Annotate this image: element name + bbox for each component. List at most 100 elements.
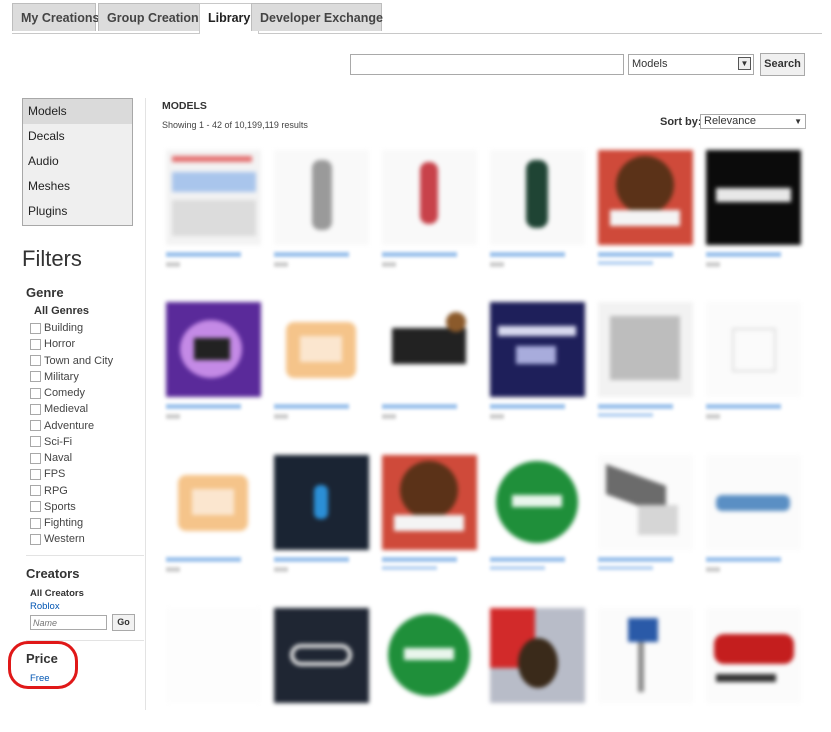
model-title[interactable] xyxy=(274,404,349,409)
genre-naval[interactable]: Naval xyxy=(30,450,113,466)
model-card[interactable] xyxy=(706,302,801,419)
model-thumbnail[interactable] xyxy=(382,150,477,245)
model-title[interactable] xyxy=(598,252,673,257)
checkbox[interactable] xyxy=(30,371,41,383)
search-input[interactable] xyxy=(350,54,624,75)
model-thumbnail[interactable] xyxy=(490,302,585,397)
model-card[interactable] xyxy=(166,302,261,419)
model-thumbnail[interactable] xyxy=(166,608,261,703)
chevron-down-icon[interactable]: ▼ xyxy=(738,57,751,70)
checkbox[interactable] xyxy=(30,403,41,415)
model-card[interactable] xyxy=(382,150,477,267)
model-thumbnail[interactable] xyxy=(598,608,693,703)
genre-military[interactable]: Military xyxy=(30,369,113,385)
model-title[interactable] xyxy=(166,404,241,409)
model-thumbnail[interactable] xyxy=(382,455,477,550)
genre-town-and-city[interactable]: Town and City xyxy=(30,353,113,369)
checkbox[interactable] xyxy=(30,338,41,350)
checkbox[interactable] xyxy=(30,387,41,399)
model-thumbnail[interactable] xyxy=(274,455,369,550)
chevron-down-icon[interactable]: ▼ xyxy=(794,115,802,128)
model-title[interactable] xyxy=(598,557,673,562)
tab-group-creations[interactable]: Group Creations xyxy=(98,3,208,31)
model-thumbnail[interactable] xyxy=(274,150,369,245)
checkbox[interactable] xyxy=(30,322,41,334)
model-title[interactable] xyxy=(706,557,781,562)
model-thumbnail[interactable] xyxy=(166,455,261,550)
tab-developer-exchange[interactable]: Developer Exchange xyxy=(251,3,383,31)
checkbox[interactable] xyxy=(30,485,41,497)
model-thumbnail[interactable] xyxy=(382,608,477,703)
checkbox[interactable] xyxy=(30,355,41,367)
model-card[interactable] xyxy=(490,150,585,267)
model-thumbnail[interactable] xyxy=(706,608,801,703)
model-card[interactable] xyxy=(598,608,693,703)
genre-comedy[interactable]: Comedy xyxy=(30,385,113,401)
creator-name-input[interactable] xyxy=(30,615,107,630)
model-card[interactable] xyxy=(166,455,261,572)
genre-horror[interactable]: Horror xyxy=(30,336,113,352)
genre-fps[interactable]: FPS xyxy=(30,466,113,482)
sort-select[interactable]: Relevance ▼ xyxy=(700,114,806,129)
model-thumbnail[interactable] xyxy=(382,302,477,397)
model-card[interactable] xyxy=(706,455,801,572)
model-card[interactable] xyxy=(706,608,801,703)
model-card[interactable] xyxy=(598,150,693,265)
genre-western[interactable]: Western xyxy=(30,531,113,547)
search-button[interactable]: Search xyxy=(760,53,805,76)
genre-sci-fi[interactable]: Sci-Fi xyxy=(30,434,113,450)
model-thumbnail[interactable] xyxy=(166,302,261,397)
model-title[interactable] xyxy=(706,252,781,257)
model-card[interactable] xyxy=(274,608,369,703)
model-card[interactable] xyxy=(490,302,585,419)
genre-sports[interactable]: Sports xyxy=(30,499,113,515)
checkbox[interactable] xyxy=(30,517,41,529)
model-thumbnail[interactable] xyxy=(490,608,585,703)
model-thumbnail[interactable] xyxy=(274,302,369,397)
checkbox[interactable] xyxy=(30,468,41,480)
model-card[interactable] xyxy=(490,455,585,570)
model-card[interactable] xyxy=(274,150,369,267)
model-title[interactable] xyxy=(382,404,457,409)
genre-fighting[interactable]: Fighting xyxy=(30,515,113,531)
model-title[interactable] xyxy=(706,404,781,409)
model-thumbnail[interactable] xyxy=(706,150,801,245)
sidebar-item-decals[interactable]: Decals xyxy=(23,124,132,149)
sidebar-item-plugins[interactable]: Plugins xyxy=(23,199,132,224)
model-title[interactable] xyxy=(382,252,457,257)
model-thumbnail[interactable] xyxy=(706,455,801,550)
sidebar-item-models[interactable]: Models xyxy=(23,99,132,124)
genre-building[interactable]: Building xyxy=(30,320,113,336)
checkbox[interactable] xyxy=(30,452,41,464)
model-title[interactable] xyxy=(166,557,241,562)
model-title[interactable] xyxy=(382,557,457,562)
tab-my-creations[interactable]: My Creations xyxy=(12,3,100,31)
model-title[interactable] xyxy=(490,404,565,409)
tab-library[interactable]: Library xyxy=(199,3,259,34)
model-card[interactable] xyxy=(382,455,477,570)
model-title[interactable] xyxy=(490,557,565,562)
sidebar-item-meshes[interactable]: Meshes xyxy=(23,174,132,199)
checkbox[interactable] xyxy=(30,436,41,448)
model-card[interactable] xyxy=(274,302,369,419)
checkbox[interactable] xyxy=(30,533,41,545)
model-thumbnail[interactable] xyxy=(490,150,585,245)
genre-rpg[interactable]: RPG xyxy=(30,483,113,499)
genre-medieval[interactable]: Medieval xyxy=(30,401,113,417)
go-button[interactable]: Go xyxy=(112,614,135,631)
creators-all-link[interactable]: All Creators xyxy=(30,588,84,599)
model-card[interactable] xyxy=(382,608,477,703)
category-select[interactable]: Models ▼ xyxy=(628,54,754,75)
sidebar-item-audio[interactable]: Audio xyxy=(23,149,132,174)
genre-adventure[interactable]: Adventure xyxy=(30,418,113,434)
model-thumbnail[interactable] xyxy=(490,455,585,550)
model-card[interactable] xyxy=(166,150,261,267)
genre-all-link[interactable]: All Genres xyxy=(34,305,89,317)
model-thumbnail[interactable] xyxy=(598,302,693,397)
model-thumbnail[interactable] xyxy=(274,608,369,703)
creators-roblox-link[interactable]: Roblox xyxy=(30,601,60,612)
model-title[interactable] xyxy=(490,252,565,257)
model-card[interactable] xyxy=(490,608,585,703)
model-title[interactable] xyxy=(274,252,349,257)
model-card[interactable] xyxy=(598,302,693,417)
